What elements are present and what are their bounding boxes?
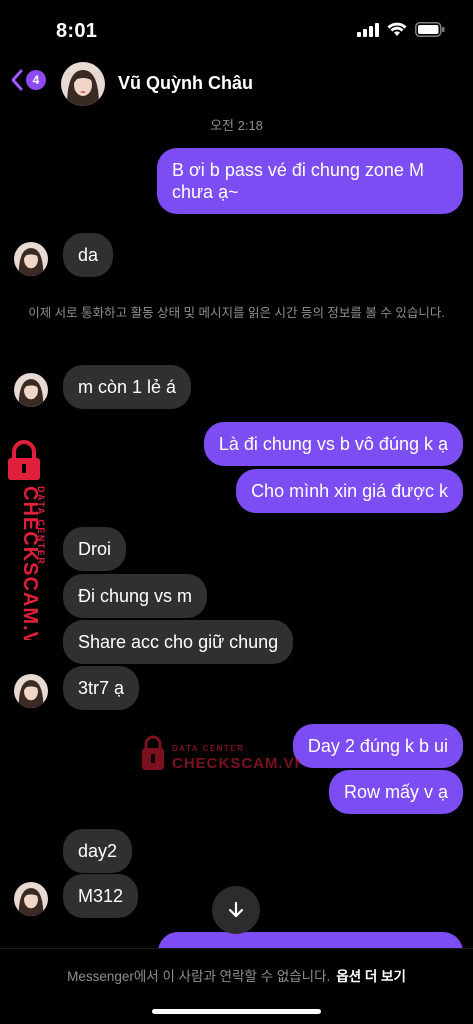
message-bubble-incoming[interactable]: 3tr7 ạ [63, 666, 140, 710]
status-icons [357, 22, 445, 37]
contact-name[interactable]: Vũ Quỳnh Châu [118, 73, 253, 94]
message-bubble-incoming[interactable]: m còn 1 lẻ á [63, 365, 192, 409]
status-bar: 8:01 [0, 0, 473, 56]
footer-notice-text: Messenger에서 이 사람과 연락할 수 없습니다. [67, 969, 331, 984]
wifi-icon [387, 22, 407, 36]
watermark-logo: CHECKSCAM.VN DATA CENTER [4, 440, 52, 661]
message-bubble-incoming[interactable]: day2 [63, 829, 133, 873]
footer-bar: Messenger에서 이 사람과 연락할 수 없습니다. 옵션 더 보기 [0, 948, 473, 1024]
scroll-to-bottom-button[interactable] [212, 886, 260, 934]
home-indicator [152, 1009, 321, 1014]
sender-avatar[interactable] [14, 882, 48, 916]
svg-text:DATA CENTER: DATA CENTER [172, 744, 244, 753]
message-bubble-incoming[interactable]: Share acc cho giữ chung [63, 620, 294, 664]
chat-header: 4 Vũ Quỳnh Châu [0, 56, 473, 112]
sender-avatar[interactable] [14, 373, 48, 407]
svg-text:CHECKSCAM.VN: CHECKSCAM.VN [172, 755, 300, 772]
message-bubble-outgoing[interactable]: Day 2 đúng k b ui [292, 724, 463, 768]
message-bubble-outgoing[interactable]: B ơi b pass vé đi chung zone M chưa ạ~ [157, 148, 463, 214]
cellular-signal-icon [357, 22, 379, 37]
battery-icon [415, 22, 445, 37]
arrow-down-icon [228, 901, 244, 918]
message-bubble-incoming[interactable]: da [63, 233, 114, 277]
unread-badge: 4 [26, 70, 46, 90]
sender-avatar[interactable] [14, 674, 48, 708]
message-bubble-outgoing[interactable]: Row mấy v ạ [328, 770, 463, 814]
message-bubble-outgoing[interactable]: Cho mình xin giá được k [236, 469, 463, 513]
message-timestamp: 오전 2:18 [210, 118, 263, 133]
watermark-logo: DATA CENTER CHECKSCAM.VN [140, 734, 306, 774]
message-bubble-incoming[interactable]: Đi chung vs m [63, 574, 208, 618]
contact-avatar[interactable] [61, 62, 105, 106]
status-time: 8:01 [56, 20, 98, 42]
more-options-link[interactable]: 옵션 더 보기 [336, 969, 406, 984]
message-bubble-incoming[interactable]: Droi [63, 527, 127, 571]
sender-avatar[interactable] [14, 242, 48, 276]
chevron-left-icon [11, 69, 23, 91]
contact-notice: 이제 서로 통화하고 활동 상태 및 메시지를 읽은 시간 등의 정보를 볼 수… [28, 306, 445, 320]
message-bubble-incoming[interactable]: M312 [63, 874, 139, 918]
footer-notice: Messenger에서 이 사람과 연락할 수 없습니다. 옵션 더 보기 [0, 965, 473, 985]
svg-text:DATA CENTER: DATA CENTER [36, 486, 46, 565]
back-button[interactable]: 4 [10, 68, 46, 92]
message-bubble-outgoing[interactable]: Là đi chung vs b vô đúng k ạ [203, 422, 463, 466]
